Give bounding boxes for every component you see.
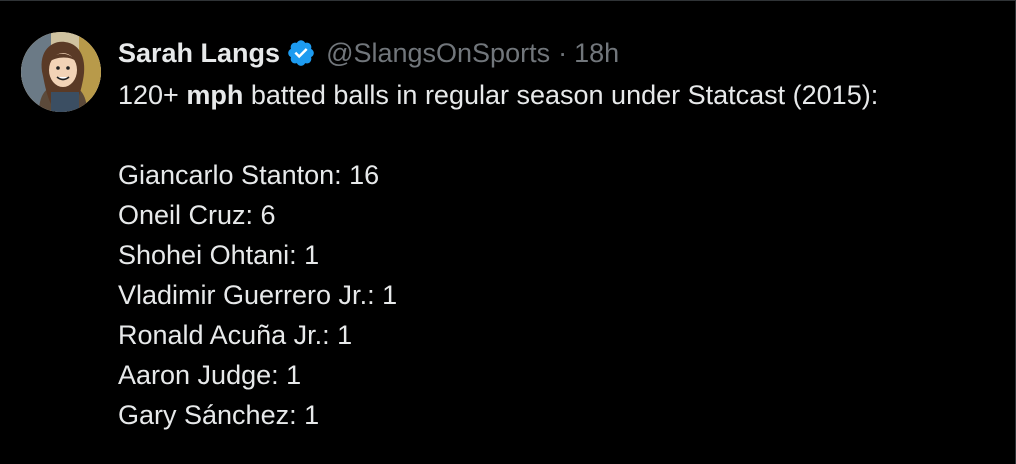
user-avatar[interactable] (21, 32, 101, 112)
tweet-card[interactable]: Sarah Langs @SlangsOnSports · 18h 120+ m… (0, 0, 1016, 464)
verified-badge-icon[interactable] (286, 38, 316, 68)
tweet-text: 120+ mph batted balls in regular season … (118, 75, 995, 435)
intro-prefix: 120+ (118, 80, 187, 110)
list-item: Oneil Cruz: 6 (118, 200, 276, 230)
list-item: Shohei Ohtani: 1 (118, 240, 320, 270)
tweet-header: Sarah Langs @SlangsOnSports · 18h (118, 31, 995, 75)
avatar-illustration (21, 32, 101, 112)
separator-dot: · (558, 38, 568, 68)
list-item: Gary Sánchez: 1 (118, 400, 320, 430)
tweet-content: Sarah Langs @SlangsOnSports · 18h 120+ m… (118, 31, 995, 435)
list-item: Vladimir Guerrero Jr.: 1 (118, 280, 398, 310)
list-item: Giancarlo Stanton: 16 (118, 160, 380, 190)
display-name[interactable]: Sarah Langs (118, 31, 280, 75)
intro-bold-mph: mph (186, 80, 244, 110)
user-handle[interactable]: @SlangsOnSports (326, 31, 550, 75)
list-item: Ronald Acuña Jr.: 1 (118, 320, 353, 350)
list-item: Aaron Judge: 1 (118, 360, 302, 390)
tweet-timestamp[interactable]: 18h (574, 31, 619, 75)
intro-suffix: batted balls in regular season under Sta… (243, 80, 879, 110)
tweet-intro-line: 120+ mph batted balls in regular season … (118, 75, 995, 115)
